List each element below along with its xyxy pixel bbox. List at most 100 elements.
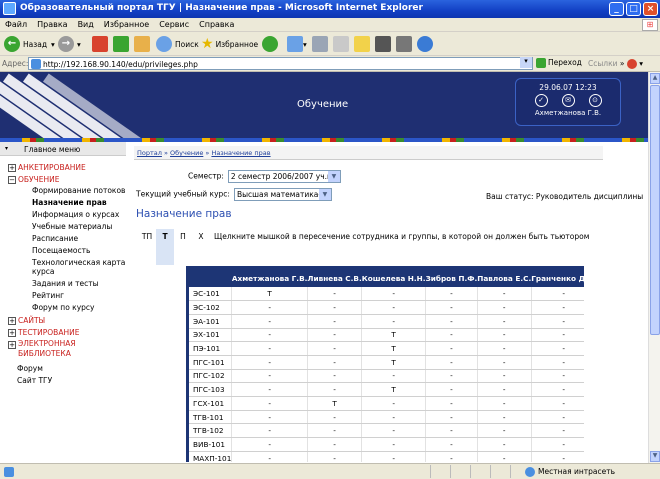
assignment-cell[interactable]: - <box>307 437 363 452</box>
address-dropdown-icon[interactable]: ▾ <box>520 57 532 68</box>
sidebar-item[interactable]: Назначение прав <box>0 198 126 207</box>
messenger-button[interactable] <box>375 35 391 53</box>
close-button[interactable]: × <box>643 2 658 16</box>
assignment-cell[interactable]: - <box>231 423 308 439</box>
column-header[interactable]: Ливнева С.В. <box>307 269 362 287</box>
assignment-cell[interactable]: - <box>425 355 478 370</box>
sidebar-section-1[interactable]: − ОБУЧЕНИЕ <box>0 174 126 186</box>
menu-1[interactable]: Правка <box>32 18 72 29</box>
assignment-cell[interactable]: - <box>231 437 308 452</box>
assignment-cell[interactable]: - <box>531 328 584 343</box>
collapse-icon[interactable]: − <box>8 176 16 184</box>
sidebar-section-3[interactable]: + ТЕСТИРОВАНИЕ <box>0 327 126 339</box>
assignment-cell[interactable]: - <box>477 437 532 452</box>
assignment-cell[interactable]: - <box>361 300 427 315</box>
assignment-cell[interactable]: - <box>477 355 532 370</box>
assignment-cell[interactable]: - <box>231 451 308 462</box>
assignment-cell[interactable]: - <box>531 382 584 397</box>
assignment-cell[interactable]: - <box>425 382 478 397</box>
menu-3[interactable]: Избранное <box>99 18 154 29</box>
assignment-cell[interactable]: - <box>307 341 363 356</box>
assignment-cell[interactable]: - <box>425 341 478 356</box>
assignment-cell[interactable]: - <box>477 341 532 356</box>
assignment-cell[interactable]: - <box>361 451 427 462</box>
vertical-scrollbar[interactable]: ▲ ▼ <box>648 72 660 463</box>
assignment-cell[interactable]: - <box>307 451 363 462</box>
home-button[interactable] <box>134 35 150 53</box>
tab-1[interactable]: Т <box>156 229 174 265</box>
lock-icon[interactable]: ⊙ <box>588 94 602 107</box>
assignment-cell[interactable]: - <box>307 314 363 329</box>
breadcrumb-portal[interactable]: Портал <box>137 149 162 157</box>
expand-icon[interactable]: + <box>8 317 16 325</box>
assignment-cell[interactable]: - <box>231 355 308 370</box>
assignment-cell[interactable]: - <box>425 328 478 343</box>
forward-button[interactable]: → ▾ <box>58 35 81 53</box>
assignment-cell[interactable]: - <box>425 300 478 315</box>
assignment-cell[interactable]: - <box>361 423 427 439</box>
assignment-cell[interactable]: - <box>361 396 427 411</box>
sidebar-item[interactable]: Формирование потоков <box>0 186 126 195</box>
assignment-cell[interactable]: - <box>307 328 363 343</box>
assignment-cell[interactable]: - <box>361 314 427 329</box>
menu-0[interactable]: Файл <box>0 18 32 29</box>
assignment-cell[interactable]: - <box>531 314 584 329</box>
semester-select[interactable]: 2 семестр 2006/2007 уч.г ▼ <box>227 170 341 183</box>
assignment-cell[interactable]: - <box>531 437 584 452</box>
back-button[interactable]: ← Назад ▾ <box>4 35 55 53</box>
refresh-button[interactable] <box>113 35 129 53</box>
sidebar-item[interactable]: Рейтинг <box>0 291 126 300</box>
assignment-cell[interactable]: - <box>477 410 532 425</box>
assignment-cell[interactable]: - <box>477 382 532 397</box>
assignment-cell[interactable]: - <box>307 300 363 315</box>
sidebar-item[interactable]: Форум по курсу <box>0 303 126 312</box>
menu-4[interactable]: Сервис <box>154 18 194 29</box>
mail-button[interactable]: ▾ <box>287 35 307 53</box>
assignment-cell[interactable]: - <box>307 423 363 439</box>
assignment-cell[interactable]: - <box>307 369 363 384</box>
sidebar-item[interactable]: Расписание <box>0 234 126 243</box>
assignment-cell[interactable]: - <box>477 287 532 302</box>
assignment-cell[interactable]: - <box>425 314 478 329</box>
sidebar-section-4[interactable]: + ЭЛЕКТРОННАЯ БИБЛИОТЕКА <box>0 339 126 363</box>
search-button[interactable]: Поиск <box>156 35 199 53</box>
assignment-cell[interactable]: - <box>531 396 584 411</box>
research-button[interactable] <box>396 35 412 53</box>
assignment-cell[interactable]: - <box>531 451 584 462</box>
assignment-cell[interactable]: - <box>231 396 308 411</box>
assignment-cell[interactable]: - <box>425 410 478 425</box>
assignment-cell[interactable]: Т <box>231 287 308 302</box>
sidebar-item[interactable]: Посещаемость <box>0 246 126 255</box>
column-header[interactable]: Гранченко Д.В. <box>531 269 584 287</box>
sidebar-link-1[interactable]: Сайт ТГУ <box>0 375 126 387</box>
assignment-cell[interactable]: - <box>531 287 584 302</box>
expand-icon[interactable]: + <box>8 329 16 337</box>
assignment-cell[interactable]: - <box>477 314 532 329</box>
favorites-button[interactable]: ★ Избранное <box>201 35 258 53</box>
sidebar-item[interactable]: Учебные материалы <box>0 222 126 231</box>
assignment-cell[interactable]: - <box>231 369 308 384</box>
maximize-button[interactable]: □ <box>626 2 641 16</box>
assignment-cell[interactable]: - <box>425 287 478 302</box>
assignment-cell[interactable]: - <box>361 437 427 452</box>
assignment-cell[interactable]: - <box>231 314 308 329</box>
expand-icon[interactable]: + <box>8 164 16 172</box>
assignment-cell[interactable]: - <box>477 451 532 462</box>
history-button[interactable] <box>262 35 278 53</box>
assignment-cell[interactable]: - <box>531 300 584 315</box>
breadcrumb-education[interactable]: Обучение <box>170 149 203 157</box>
assignment-cell[interactable]: Т <box>361 328 427 343</box>
sidebar-section-2[interactable]: + САЙТЫ <box>0 315 126 327</box>
assignment-cell[interactable]: Т <box>361 355 427 370</box>
tab-2[interactable]: П <box>174 229 192 244</box>
assignment-cell[interactable]: - <box>361 410 427 425</box>
scroll-up-icon[interactable]: ▲ <box>650 73 660 84</box>
links-button[interactable]: Ссылки » ▾ <box>588 59 643 69</box>
check-icon[interactable]: ✓ <box>534 94 548 107</box>
assignment-cell[interactable]: - <box>477 328 532 343</box>
expand-icon[interactable]: + <box>8 341 16 349</box>
assignment-cell[interactable]: - <box>425 423 478 439</box>
scroll-thumb[interactable] <box>650 85 660 335</box>
assignment-cell[interactable]: - <box>531 410 584 425</box>
assignment-cell[interactable]: - <box>531 423 584 439</box>
